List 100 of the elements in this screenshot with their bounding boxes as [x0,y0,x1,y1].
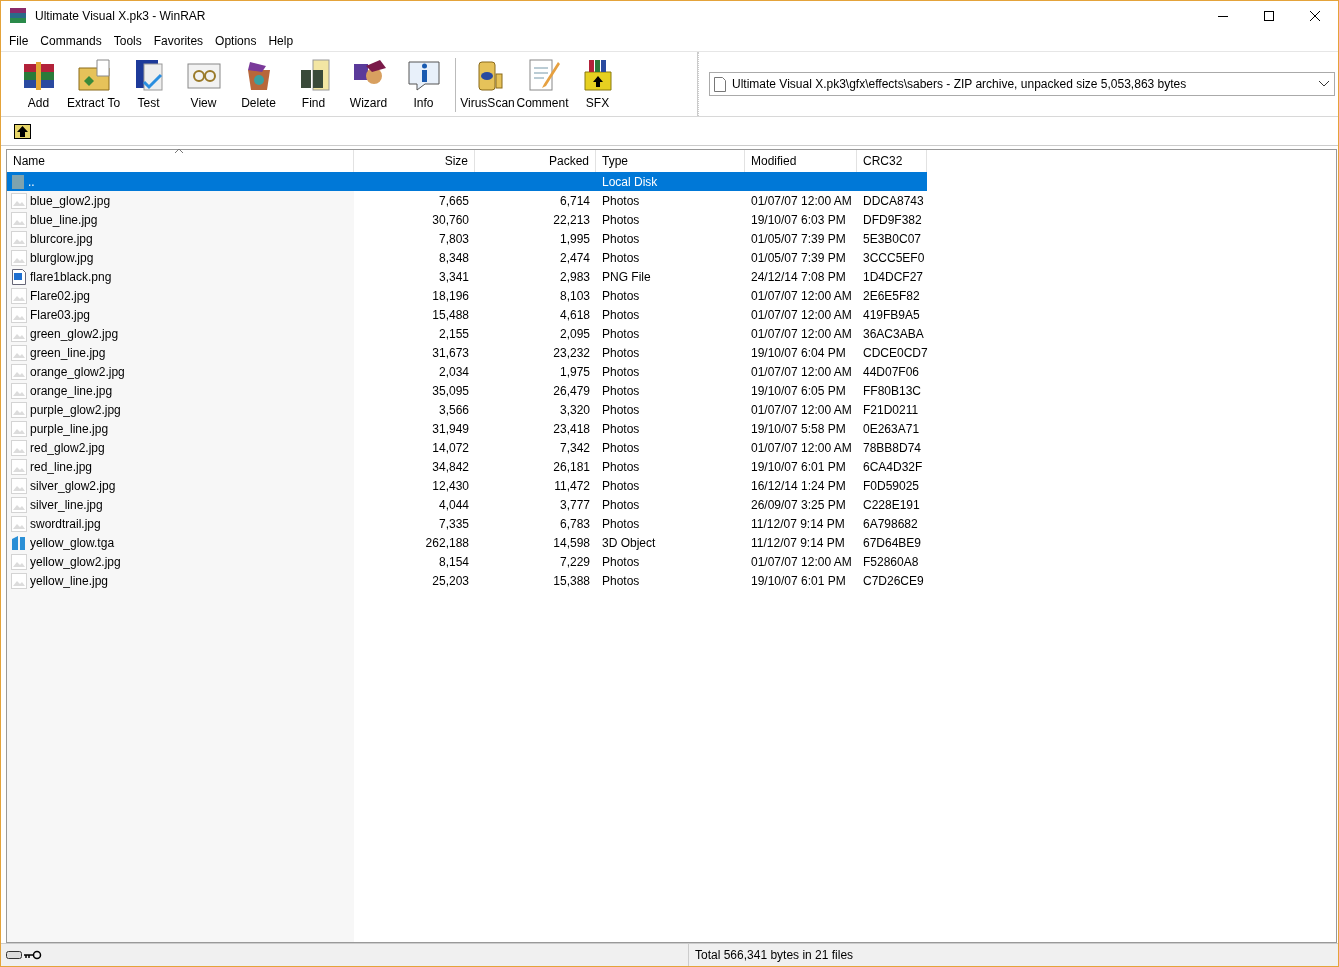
crc-value: FF80B13C [863,383,922,398]
file-size: 262,188 [425,535,469,550]
file-row[interactable]: green_line.jpg 31,673 23,232 Photos 19/10/07 6:04 PM CDCE0CD7 [7,343,927,362]
file-row[interactable]: Flare03.jpg 15,488 4,618 Photos 01/07/07 12:00 AM 419FB9A5 [7,305,927,324]
file-row[interactable]: yellow_glow2.jpg 8,154 7,229 Photos 01/07/07 12:00 AM F52860A8 [7,552,927,571]
image-file-icon [11,268,27,285]
photo-file-icon [11,477,27,494]
packed-size: 15,388 [553,573,590,588]
file-name: .. [28,174,35,189]
crc-value: DFD9F382 [863,212,922,227]
file-row[interactable]: red_glow2.jpg 14,072 7,342 Photos 01/07/07 12:00 AM 78BB8D74 [7,438,927,457]
modified-date: 01/07/07 12:00 AM [751,307,852,322]
file-name: red_glow2.jpg [30,440,105,455]
photo-file-icon [11,458,27,475]
folder-icon [11,173,25,190]
photo-file-icon [11,496,27,513]
packed-size: 2,095 [559,326,590,341]
file-type: Photos [602,554,640,569]
photo-file-icon [11,249,27,266]
file-row[interactable]: swordtrail.jpg 7,335 6,783 Photos 11/12/07 9:14 PM 6A798682 [7,514,927,533]
file-size: 14,072 [432,440,469,455]
photo-file-icon [11,382,27,399]
file-row[interactable]: green_glow2.jpg 2,155 2,095 Photos 01/07/07 12:00 AM 36AC3ABA [7,324,927,343]
modified-date: 01/07/07 12:00 AM [751,326,852,341]
file-row[interactable]: yellow_line.jpg 25,203 15,388 Photos 19/10/07 6:01 PM C7D26CE9 [7,571,927,590]
file-type: Photos [602,402,640,417]
toolbar-button[interactable]: Comment [515,52,570,110]
packed-size: 11,472 [554,478,590,493]
packed-size: 2,474 [559,250,590,265]
file-row[interactable]: .. Local Disk [7,172,927,191]
file-size: 15,488 [432,307,469,322]
file-row[interactable]: orange_line.jpg 35,095 26,479 Photos 19/10/07 6:05 PM FF80B13C [7,381,927,400]
file-row[interactable]: orange_glow2.jpg 2,034 1,975 Photos 01/07/07 12:00 AM 44D07F06 [7,362,927,381]
crc-value: 67D64BE9 [863,535,922,550]
menu-item[interactable]: Favorites [147,34,210,48]
maximize-icon[interactable] [1264,11,1274,21]
menu-item[interactable]: Help [262,34,300,48]
packed-size: 14,598 [553,535,590,550]
modified-date: 19/10/07 6:04 PM [751,345,846,360]
photo-file-icon [11,515,27,532]
file-row[interactable]: silver_line.jpg 4,044 3,777 Photos 26/09/07 3:25 PM C228E191 [7,495,927,514]
toolbar-button[interactable]: Delete [231,52,286,110]
file-row[interactable]: yellow_glow.tga 262,188 14,598 3D Object 11/12/07 9:14 PM 67D64BE9 [7,533,927,552]
menu-item[interactable]: Tools [107,34,148,48]
photo-file-icon [11,192,27,209]
file-size: 8,348 [438,250,469,265]
file-row[interactable]: flare1black.png 3,341 2,983 PNG File 24/12/14 7:08 PM 1D4DCF27 [7,267,927,286]
menu-item[interactable]: File [3,34,35,48]
modified-date: 19/10/07 6:03 PM [751,212,846,227]
path-dropdown[interactable]: Ultimate Visual X.pk3\gfx\effects\sabers - ZIP archive, unpacked size 5,053,863 bytes [709,72,1335,96]
file-row[interactable]: red_line.jpg 34,842 26,181 Photos 19/10/07 6:01 PM 6CA4D32F [7,457,927,476]
close-icon[interactable] [1310,11,1320,21]
packed-size: 26,479 [553,383,590,398]
toolbar-button[interactable]: Test [121,52,176,110]
file-row[interactable]: blurglow.jpg 8,348 2,474 Photos 01/05/07 7:39 PM 3CCC5EF0 [7,248,927,267]
sort-caret-icon [174,148,184,154]
modified-date: 01/07/07 12:00 AM [751,402,852,417]
file-row[interactable]: blurcore.jpg 7,803 1,995 Photos 01/05/07 7:39 PM 5E3B0C07 [7,229,927,248]
file-row[interactable]: blue_glow2.jpg 7,665 6,714 Photos 01/07/07 12:00 AM DDCA8743 [7,191,927,210]
file-size: 7,803 [438,231,469,246]
file-row[interactable]: purple_line.jpg 31,949 23,418 Photos 19/10/07 5:58 PM 0E263A71 [7,419,927,438]
packed-size: 22,213 [553,212,590,227]
file-name: blurglow.jpg [30,250,94,265]
photo-file-icon [11,230,27,247]
modified-date: 01/05/07 7:39 PM [751,231,846,246]
file-name: yellow_glow2.jpg [30,554,121,569]
crc-value: F21D0211 [863,402,919,417]
photo-file-icon [11,363,27,380]
file-row[interactable]: purple_glow2.jpg 3,566 3,320 Photos 01/07/07 12:00 AM F21D0211 [7,400,927,419]
file-size: 31,949 [432,421,469,436]
menu-item[interactable]: Options [209,34,263,48]
file-type: Photos [602,440,640,455]
file-size: 2,155 [438,326,469,341]
menu-item[interactable]: Commands [34,34,108,48]
up-folder-button[interactable] [14,123,31,139]
photo-file-icon [11,553,27,570]
file-row[interactable]: silver_glow2.jpg 12,430 11,472 Photos 16/12/14 1:24 PM F0D59025 [7,476,927,495]
toolbar-button[interactable]: Extract To [66,52,121,110]
file-name: blurcore.jpg [30,231,93,246]
packed-size: 6,783 [559,516,590,531]
toolbar-button[interactable]: VirusScan [460,52,515,110]
document-icon [714,76,726,92]
3d-object-icon [11,534,27,551]
file-row[interactable]: Flare02.jpg 18,196 8,103 Photos 01/07/07 12:00 AM 2E6E5F82 [7,286,927,305]
toolbar-button[interactable]: View [176,52,231,110]
file-type: Photos [602,383,640,398]
file-name: orange_line.jpg [30,383,113,398]
file-row[interactable]: blue_line.jpg 30,760 22,213 Photos 19/10/07 6:03 PM DFD9F382 [7,210,927,229]
toolbar-button[interactable]: Info [396,52,451,110]
modified-date: 19/10/07 6:01 PM [751,573,846,588]
file-name: swordtrail.jpg [30,516,101,531]
toolbar-button[interactable]: Find [286,52,341,110]
toolbar-button[interactable]: Add [11,52,66,110]
file-type: Photos [602,193,640,208]
crc-value: 2E6E5F82 [863,288,920,303]
modified-date: 01/07/07 12:00 AM [751,288,852,303]
toolbar-button[interactable]: SFX [570,52,625,110]
modified-date: 16/12/14 1:24 PM [751,478,846,493]
toolbar-button[interactable]: Wizard [341,52,396,110]
file-name: blue_line.jpg [30,212,98,227]
